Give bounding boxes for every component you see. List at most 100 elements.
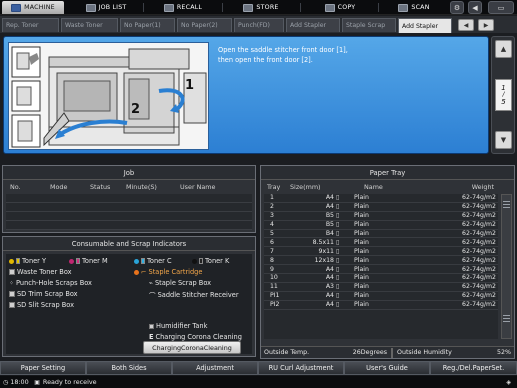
tab-job-list[interactable]: JOB LIST [70, 1, 142, 14]
table-row[interactable]: 4 B5 ▯ Plain 62-74g/m2 [264, 221, 498, 230]
tray-cell: 8 [270, 256, 274, 264]
weight-cell: 62-74g/m2 [462, 230, 496, 237]
environment-readout: Outside Temp. 26Degrees Outside Humidity… [261, 346, 514, 358]
tab-punch-fd[interactable]: Punch(FD) [234, 18, 284, 32]
table-row[interactable]: 2 A4 ▯ Plain 62-74g/m2 [264, 203, 498, 212]
tray-cell: 6 [270, 238, 274, 246]
error-tabs-bar: Rep. Toner Waste Toner No Paper(1) No Pa… [0, 16, 517, 33]
outside-temp-value: 26Degrees [352, 349, 387, 356]
toner-c-icon [134, 258, 139, 264]
tab-no-paper-1[interactable]: No Paper(1) [120, 18, 175, 32]
name-cell: Plain [354, 203, 369, 211]
indicator-punch-hole: ⁘ Punch-Hole Scraps Box [9, 279, 92, 287]
orientation-icon: ▯ [336, 301, 340, 309]
adjustment-button[interactable]: Adjustment [172, 361, 258, 375]
size-cell: A4 [325, 265, 334, 273]
table-row[interactable]: 10 A4 ▯ Plain 62-74g/m2 [264, 274, 498, 283]
counter-icon[interactable]: ▭ [488, 1, 514, 14]
paper-tray-panel: Paper Tray Tray Size(mm) Name Weight 1 A4… [260, 165, 515, 359]
indicator-charging-corona: E Charging Corona Cleaning [149, 333, 242, 341]
size-cell: A4 [325, 292, 334, 300]
tab-scan[interactable]: SCAN [384, 1, 444, 14]
users-guide-button[interactable]: User's Guide [344, 361, 430, 375]
consumables-list: Toner Y Toner M Toner C Toner K Waste To… [6, 254, 252, 354]
orientation-icon: ▯ [336, 230, 340, 237]
tab-next-button[interactable]: ▶ [478, 19, 494, 31]
tab-add-stapler[interactable]: Add Stapler [286, 18, 340, 32]
weight-cell: 62-74g/m2 [462, 283, 496, 291]
table-row[interactable]: 9 A4 ▯ Plain 62-74g/m2 [264, 265, 498, 275]
divider [300, 3, 301, 12]
page-up-button[interactable]: ▲ [495, 40, 512, 58]
tab-store[interactable]: STORE [226, 1, 296, 14]
size-cell: A4 [325, 194, 334, 202]
indicator-sd-slit: SD Slit Scrap Box [9, 301, 74, 309]
size-cell: B5 [325, 221, 334, 229]
table-row[interactable]: 8 12x18 ▯ Plain 62-74g/m2 [264, 256, 498, 266]
job-list[interactable] [6, 194, 252, 230]
bottom-toolbar: Paper Setting Both Sides Adjustment RU C… [0, 361, 517, 376]
name-cell: Plain [354, 256, 369, 264]
volume-icon[interactable]: ◀ [468, 1, 482, 14]
size-cell: A3 [325, 283, 334, 291]
weight-cell: 62-74g/m2 [462, 256, 496, 264]
ru-curl-adjustment-button[interactable]: RU Curl Adjustment [258, 361, 344, 375]
job-list-icon [85, 3, 96, 12]
tab-copy[interactable]: COPY [306, 1, 374, 14]
indicator-staple-cartridge: ⌐ Staple Cartridge [134, 268, 202, 276]
tab-staple-scrap[interactable]: Staple Scrap [342, 18, 396, 32]
tab-prev-button[interactable]: ◀ [458, 19, 474, 31]
size-cell: 8.5x11 [312, 238, 334, 246]
name-cell: Plain [354, 212, 369, 220]
humidifier-icon [149, 323, 154, 329]
table-row[interactable]: 6 8.5x11 ▯ Plain 62-74g/m2 [264, 238, 498, 248]
size-cell: A4 [325, 274, 334, 282]
tray-cell: 2 [270, 203, 274, 211]
tab-machine[interactable]: MACHINE [2, 1, 64, 14]
tab-recall[interactable]: RECALL [148, 1, 218, 14]
reg-del-paperset-button[interactable]: Reg./Del.PaperSet. [430, 361, 517, 375]
step-1-marker: 1 [185, 78, 194, 93]
indicator-sd-trim: SD Trim Scrap Box [9, 290, 78, 298]
tab-rep-toner[interactable]: Rep. Toner [2, 18, 59, 32]
weight-cell: 62-74g/m2 [462, 247, 496, 255]
waste-toner-icon [9, 269, 15, 275]
settings-icon[interactable]: ⚙ [450, 1, 464, 14]
tray-cell: 7 [270, 247, 274, 255]
clock-icon: ◷ [3, 378, 9, 386]
orientation-icon: ▯ [336, 221, 340, 229]
guidance-text: Open the saddle stitcher front door [1],… [218, 45, 483, 65]
table-row[interactable]: 11 A3 ▯ Plain 62-74g/m2 [264, 283, 498, 292]
tab-add-stapler-active[interactable]: Add Stapler [398, 18, 452, 33]
name-cell: Plain [354, 265, 369, 273]
table-row[interactable]: 5 B4 ▯ Plain 62-74g/m2 [264, 230, 498, 239]
table-row[interactable]: 7 9x11 ▯ Plain 62-74g/m2 [264, 247, 498, 257]
table-row [6, 194, 252, 203]
consumables-title: Consumable and Scrap Indicators [3, 237, 255, 251]
tab-waste-toner[interactable]: Waste Toner [61, 18, 118, 32]
page-down-button[interactable]: ▼ [495, 131, 512, 149]
table-row [6, 203, 252, 212]
tab-no-paper-2[interactable]: No Paper(2) [177, 18, 232, 32]
charging-corona-cleaning-button[interactable]: ChargingCoronaCleaning [143, 341, 241, 354]
table-row [6, 221, 252, 230]
weight-cell: 62-74g/m2 [462, 238, 496, 246]
paper-tray-list[interactable]: 1 A4 ▯ Plain 62-74g/m2 2 A4 ▯ Plain 62-74g/m2 3 B5 ▯… [264, 194, 498, 339]
divider [143, 3, 144, 12]
size-cell: B4 [325, 230, 334, 237]
both-sides-button[interactable]: Both Sides [86, 361, 172, 375]
table-row[interactable]: PI2 A4 ▯ Plain 62-74g/m2 [264, 301, 498, 310]
table-row[interactable]: 3 B5 ▯ Plain 62-74g/m2 [264, 212, 498, 221]
step-2-marker: 2 [131, 102, 140, 117]
indicator-waste-toner: Waste Toner Box [9, 268, 72, 276]
paper-tray-title: Paper Tray [261, 166, 514, 180]
table-row[interactable]: 1 A4 ▯ Plain 62-74g/m2 [264, 194, 498, 203]
weight-cell: 62-74g/m2 [462, 194, 496, 202]
paper-tray-scrollbar[interactable] [501, 194, 512, 339]
orientation-icon: ▯ [336, 194, 340, 202]
name-cell: Plain [354, 274, 369, 282]
paper-tray-header: Tray Size(mm) Name Weight [267, 183, 494, 191]
tray-cell: PI2 [270, 301, 280, 309]
table-row[interactable]: PI1 A4 ▯ Plain 62-74g/m2 [264, 292, 498, 301]
paper-setting-button[interactable]: Paper Setting [0, 361, 86, 375]
